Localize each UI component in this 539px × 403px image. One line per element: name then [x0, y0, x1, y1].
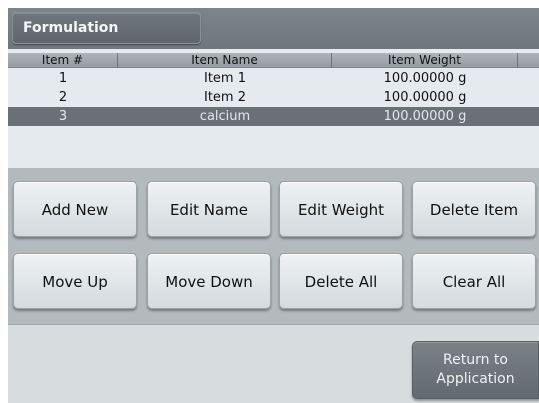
table-header: Item # Item Name Item Weight [8, 53, 539, 68]
table-row[interactable]: 2 Item 2 100.00000 g [8, 88, 539, 107]
page-title: Formulation [12, 12, 201, 44]
clear-all-button[interactable]: Clear All [412, 253, 536, 309]
move-down-button[interactable]: Move Down [147, 253, 271, 309]
item-weight-cell: 100.00000 g [383, 90, 467, 105]
column-header-item-weight: Item Weight [332, 53, 518, 68]
return-button-label-line2: Application [436, 371, 515, 387]
button-panel: Add New Edit Name Edit Weight Delete Ite… [8, 168, 539, 324]
delete-all-button[interactable]: Delete All [279, 253, 403, 309]
item-number-cell: 3 [58, 109, 68, 124]
column-header-spacer [518, 53, 539, 68]
edit-name-button[interactable]: Edit Name [147, 181, 271, 237]
delete-item-button[interactable]: Delete Item [412, 181, 536, 237]
item-name-cell: Item 1 [204, 71, 246, 86]
item-weight-cell: 100.00000 g [383, 109, 467, 124]
title-bar: Formulation [8, 8, 539, 49]
return-button-label-line1: Return to [443, 352, 508, 368]
edit-weight-button[interactable]: Edit Weight [279, 181, 403, 237]
formulation-screen: Formulation Item # Item Name Item Weight… [8, 8, 539, 403]
item-name-cell: calcium [199, 109, 251, 124]
add-new-button[interactable]: Add New [13, 181, 137, 237]
table-row[interactable]: 1 Item 1 100.00000 g [8, 69, 539, 88]
column-header-item-name: Item Name [118, 53, 332, 68]
item-weight-cell: 100.00000 g [383, 71, 467, 86]
item-name-cell: Item 2 [204, 90, 246, 105]
table-row-selected[interactable]: 3 calcium 100.00000 g [8, 107, 539, 126]
item-number-cell: 2 [58, 90, 68, 105]
move-up-button[interactable]: Move Up [13, 253, 137, 309]
return-to-application-button[interactable]: Return to Application [412, 341, 539, 399]
column-header-item-number: Item # [8, 53, 118, 68]
items-table: Item # Item Name Item Weight 1 Item 1 10… [8, 49, 539, 208]
footer-bar: Return to Application [8, 324, 539, 403]
item-number-cell: 1 [58, 71, 68, 86]
